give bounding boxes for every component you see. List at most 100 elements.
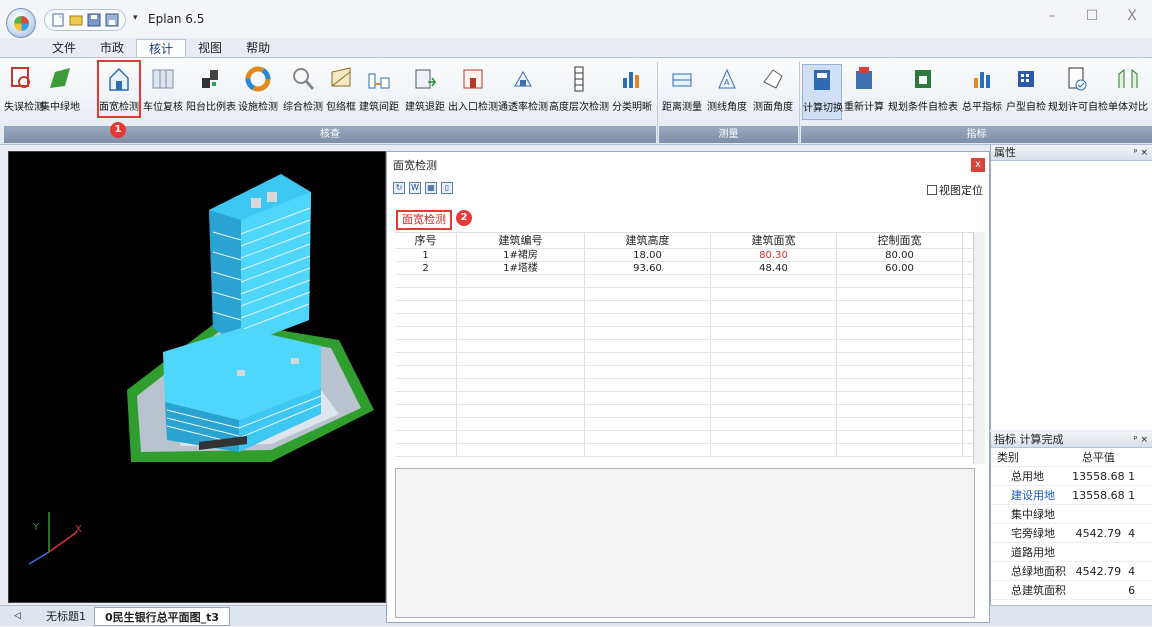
metric-value: [1069, 505, 1129, 523]
tab-municipal[interactable]: 市政: [88, 39, 136, 57]
metrics-row[interactable]: 建设用地 13558.68 1: [991, 486, 1152, 505]
save-as-icon[interactable]: [105, 13, 119, 27]
table-icon[interactable]: ▦: [425, 182, 437, 194]
tab-file[interactable]: 文件: [40, 39, 88, 57]
metrics-row[interactable]: 总用地 13558.68 1: [991, 467, 1152, 486]
properties-title: 属性: [994, 146, 1016, 159]
table-row[interactable]: 2 1#塔楼 93.60 48.40 60.00: [395, 262, 973, 275]
metrics-col-category: 类别: [997, 451, 1019, 464]
unit-check-button[interactable]: 户型自检: [1004, 64, 1048, 120]
parking-review-button[interactable]: 车位复核: [140, 64, 186, 120]
table-row[interactable]: 1 1#裙房 18.00 80.30 80.00: [395, 249, 973, 262]
ribbon: 失误检测 集中绿地 面宽检测 车位复核 阳台比例表 设施检测 综合检测 包络框 …: [0, 57, 1152, 145]
site-index-button[interactable]: 总平指标: [960, 64, 1004, 120]
tab-view[interactable]: 视图: [186, 39, 234, 57]
setback-button[interactable]: 建筑退距: [402, 64, 448, 120]
distance-measure-button[interactable]: 距离测量: [660, 64, 704, 120]
index-chart-icon: [974, 72, 990, 88]
save-icon[interactable]: [87, 13, 101, 27]
app-menu-button[interactable]: [6, 8, 36, 38]
metric-name: 道路用地: [1011, 546, 1055, 559]
qat-dropdown-icon[interactable]: ▾: [133, 13, 138, 23]
building-model: [28, 174, 374, 565]
empty-row: [395, 301, 973, 314]
close-button[interactable]: X: [1112, 8, 1152, 24]
tab-help[interactable]: 帮助: [234, 39, 282, 57]
frontage-check-tab[interactable]: 面宽检测: [396, 210, 452, 230]
face-angle-button[interactable]: 测面角度: [750, 64, 796, 120]
metric-name-link[interactable]: 建设用地: [991, 486, 1069, 504]
planning-checklist-button[interactable]: 规划条件自检表: [886, 64, 960, 120]
building-compare-icon: [1118, 68, 1138, 88]
doc-tab-untitled[interactable]: 无标题1: [36, 607, 96, 626]
envelope-icon: [331, 67, 351, 87]
dialog-close-button[interactable]: x: [971, 158, 985, 172]
open-file-icon[interactable]: [69, 13, 83, 27]
line-angle-button[interactable]: A 测线角度: [704, 64, 750, 120]
balcony-ratio-button[interactable]: 阳台比例表: [185, 64, 237, 120]
checkbox-box[interactable]: [927, 185, 937, 195]
view-locate-checkbox[interactable]: 视图定位: [927, 182, 983, 198]
metric-value: 4542.79: [1075, 565, 1122, 578]
envelope-box-button[interactable]: 包络框: [326, 64, 356, 120]
metrics-row[interactable]: 总建筑面积 6: [991, 581, 1152, 600]
metrics-panel: 指标 计算完成 ᵖ × 类别 总平值 总用地 13558.68 1 建设用地 13558…: [990, 432, 1152, 605]
panel-pin-icon[interactable]: ᵖ ×: [1134, 432, 1152, 447]
metrics-title: 指标 计算完成: [994, 433, 1064, 446]
height-layer-button[interactable]: 高度层次检测: [548, 64, 610, 120]
maximize-button[interactable]: ☐: [1072, 8, 1112, 24]
calc-switch-button[interactable]: 计算切换: [802, 64, 843, 120]
tab-scroll-left-icon[interactable]: ◁: [4, 607, 31, 626]
new-file-icon[interactable]: [51, 13, 65, 27]
empty-row: [395, 275, 973, 288]
column-icon[interactable]: ▯: [441, 182, 453, 194]
word-export-icon[interactable]: W: [409, 182, 421, 194]
classification-button[interactable]: 分类明晰: [610, 64, 654, 120]
metric-extra: 4: [1128, 565, 1136, 578]
ribbon-group-index: 指标: [801, 126, 1152, 143]
empty-row: [395, 392, 973, 405]
svg-text:A: A: [724, 78, 730, 87]
central-green-button[interactable]: 集中绿地: [40, 64, 80, 120]
metric-name: 集中绿地: [1011, 508, 1055, 521]
column-header[interactable]: 建筑面宽: [711, 233, 837, 248]
balcony-icon: [202, 70, 218, 88]
metric-value: [1069, 581, 1129, 599]
panel-pin-icon[interactable]: ᵖ ×: [1134, 145, 1152, 160]
column-header[interactable]: 控制面宽: [837, 233, 963, 248]
tab-accounting[interactable]: 核计: [136, 39, 187, 57]
column-header[interactable]: 建筑高度: [585, 233, 711, 248]
metrics-col-value: 总平值: [1081, 451, 1115, 464]
table-scrollbar[interactable]: [973, 232, 985, 464]
empty-row: [395, 405, 973, 418]
column-header[interactable]: 建筑编号: [457, 233, 585, 248]
refresh-icon[interactable]: ↻: [393, 182, 405, 194]
error-check-icon: [11, 67, 30, 88]
building-spacing-button[interactable]: 建筑间距: [356, 64, 402, 120]
empty-row: [395, 314, 973, 327]
metrics-row[interactable]: 总绿地面积 4542.79 4: [991, 562, 1152, 581]
unit-compare-button[interactable]: 单体对比: [1104, 64, 1152, 120]
3d-viewport[interactable]: Y X: [8, 151, 386, 603]
cell-control-frontage: 80.00: [837, 249, 963, 261]
metrics-row[interactable]: 宅旁绿地 4542.79 4: [991, 524, 1152, 543]
metrics-row[interactable]: 集中绿地: [991, 505, 1152, 524]
permit-check-button[interactable]: 规划许可自检: [1048, 64, 1108, 120]
metrics-row[interactable]: 道路用地: [991, 543, 1152, 562]
error-check-button[interactable]: 失误检测: [4, 64, 44, 120]
face-angle-icon: [763, 69, 783, 89]
comprehensive-check-button[interactable]: 综合检测: [281, 64, 325, 120]
column-header[interactable]: 序号: [395, 233, 457, 248]
facility-check-button[interactable]: 设施检测: [236, 64, 280, 120]
recalculate-button[interactable]: 重新计算: [843, 64, 885, 120]
empty-row: [395, 353, 973, 366]
metric-extra: 1: [1128, 470, 1136, 483]
empty-row: [395, 431, 973, 444]
entrance-check-button[interactable]: 出入口检测: [448, 64, 498, 120]
doc-tab-plan[interactable]: 0民生银行总平面图_t3: [94, 607, 231, 626]
metric-name: 总建筑面积: [1011, 584, 1066, 597]
minimize-button[interactable]: –: [1032, 8, 1072, 24]
metric-value: 13558.68: [1072, 470, 1125, 483]
transparency-check-button[interactable]: 通透率检测: [498, 64, 548, 120]
metric-extra: 6: [1128, 584, 1136, 597]
